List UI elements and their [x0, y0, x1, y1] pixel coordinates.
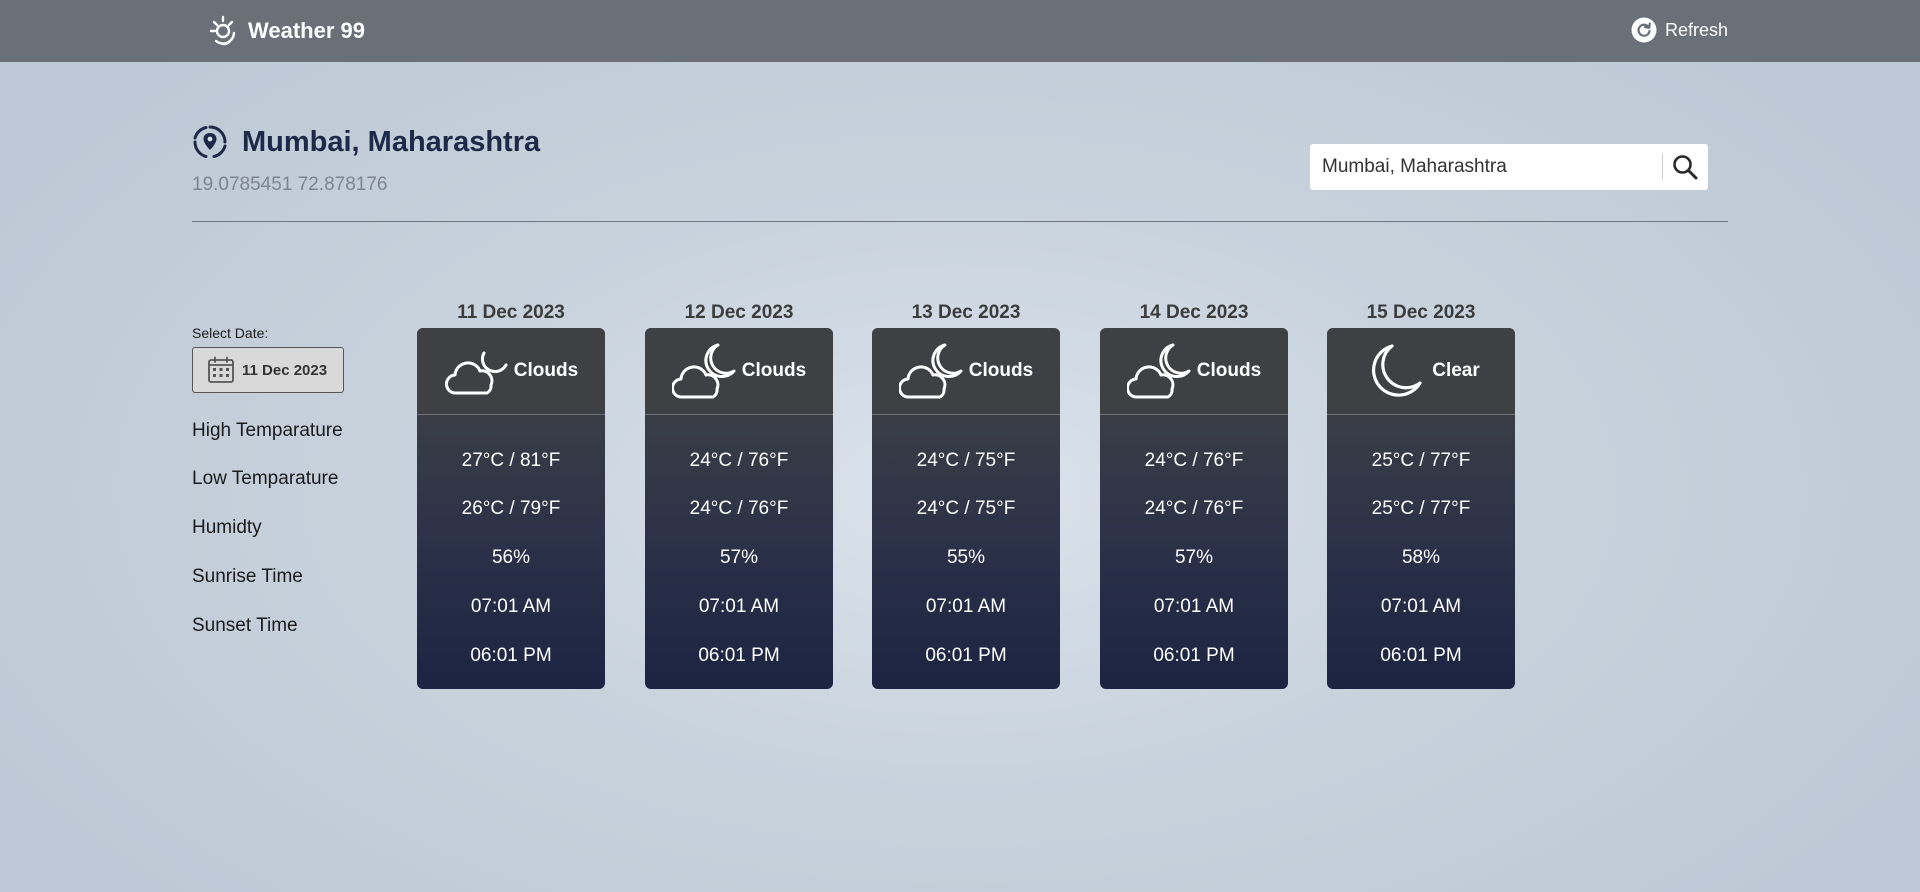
top-bar: Weather 99 Refresh: [0, 0, 1920, 62]
cloud-moon-icon: [671, 343, 736, 399]
weather-condition: Clouds: [513, 360, 579, 381]
high-temperature-value: 24°C / 75°F: [916, 450, 1016, 471]
select-date-label: Select Date:: [192, 325, 269, 341]
sunset-time-value: 06:01 PM: [698, 645, 780, 666]
sunset-time-value: 06:01 PM: [1380, 645, 1462, 666]
card-header: Clouds: [872, 328, 1060, 415]
weather-condition: Clouds: [1196, 360, 1262, 381]
sunrise-time-value: 07:01 AM: [925, 596, 1007, 617]
card-header: Clouds: [645, 328, 833, 415]
high-temperature-value: 25°C / 77°F: [1371, 450, 1471, 471]
high-temperature-value: 24°C / 76°F: [1144, 450, 1244, 471]
selected-date: 11 Dec 2023: [242, 361, 328, 379]
cloud-moon-icon: [898, 343, 963, 399]
sun-logo-icon: [209, 15, 236, 46]
date-picker[interactable]: 11 Dec 2023: [192, 347, 344, 393]
day-date: 12 Dec 2023: [684, 302, 794, 323]
sunrise-time-value: 07:01 AM: [1380, 596, 1462, 617]
humidity-value: 57%: [1174, 547, 1214, 568]
humidity-value: 55%: [946, 547, 986, 568]
weather-condition: Clouds: [968, 360, 1034, 381]
search-bar: [1310, 144, 1708, 190]
sunset-time-value: 06:01 PM: [1153, 645, 1235, 666]
cloud-moon-icon: [444, 351, 508, 395]
location-pin-icon: [193, 125, 227, 158]
day-date: 13 Dec 2023: [911, 302, 1021, 323]
search-button[interactable]: [1663, 145, 1707, 189]
weather-condition: Clear: [1432, 360, 1480, 381]
low-temperature-value: 25°C / 77°F: [1371, 498, 1471, 519]
weather-condition: Clouds: [741, 360, 807, 381]
low-temperature-value: 24°C / 75°F: [916, 498, 1016, 519]
cloud-moon-icon: [1126, 343, 1191, 399]
card-header: Clouds: [417, 328, 605, 415]
sunset-time-value: 06:01 PM: [925, 645, 1007, 666]
refresh-label: Refresh: [1664, 19, 1728, 40]
app-title: Weather 99: [248, 18, 365, 43]
humidity-value: 58%: [1401, 547, 1441, 568]
location-coordinates: 19.0785451 72.878176: [192, 174, 388, 195]
sunrise-time-value: 07:01 AM: [1153, 596, 1235, 617]
sunrise-time-value: 07:01 AM: [698, 596, 780, 617]
sunrise-time-label: Sunrise Time: [192, 566, 303, 587]
refresh-button[interactable]: Refresh: [1631, 14, 1728, 46]
low-temperature-value: 24°C / 76°F: [689, 498, 789, 519]
sunset-time-value: 06:01 PM: [470, 645, 552, 666]
day-date: 15 Dec 2023: [1366, 302, 1476, 323]
humidity-value: 57%: [719, 547, 759, 568]
low-temperature-value: 24°C / 76°F: [1144, 498, 1244, 519]
location-name: Mumbai, Maharashtra: [242, 126, 541, 158]
low-temperature-label: Low Temparature: [192, 468, 339, 489]
calendar-icon: [208, 356, 234, 383]
day-card[interactable]: Clouds 24°C / 76°F 24°C / 76°F 57% 07:01…: [1100, 328, 1288, 689]
humidity-label: Humidty: [192, 517, 262, 538]
sunset-time-label: Sunset Time: [192, 615, 298, 636]
day-card[interactable]: Clouds 24°C / 76°F 24°C / 76°F 57% 07:01…: [645, 328, 833, 689]
high-temperature-value: 24°C / 76°F: [689, 450, 789, 471]
high-temperature-value: 27°C / 81°F: [461, 450, 561, 471]
sunrise-time-value: 07:01 AM: [470, 596, 552, 617]
search-input[interactable]: [1310, 145, 1662, 189]
day-card[interactable]: Clear 25°C / 77°F 25°C / 77°F 58% 07:01 …: [1327, 328, 1515, 689]
day-date: 11 Dec 2023: [457, 302, 565, 323]
day-card[interactable]: Clouds 24°C / 75°F 24°C / 75°F 55% 07:01…: [872, 328, 1060, 689]
card-header: Clouds: [1100, 328, 1288, 415]
day-card[interactable]: Clouds 27°C / 81°F 26°C / 79°F 56% 07:01…: [417, 328, 605, 689]
moon-icon: [1372, 344, 1422, 397]
card-header: Clear: [1327, 328, 1515, 415]
day-date: 14 Dec 2023: [1139, 302, 1249, 323]
high-temperature-label: High Temparature: [192, 420, 343, 441]
humidity-value: 56%: [491, 547, 531, 568]
low-temperature-value: 26°C / 79°F: [461, 498, 561, 519]
search-icon: [1673, 155, 1698, 180]
refresh-icon: [1631, 17, 1657, 43]
header-divider: [192, 221, 1728, 222]
brand[interactable]: Weather 99: [206, 11, 365, 51]
